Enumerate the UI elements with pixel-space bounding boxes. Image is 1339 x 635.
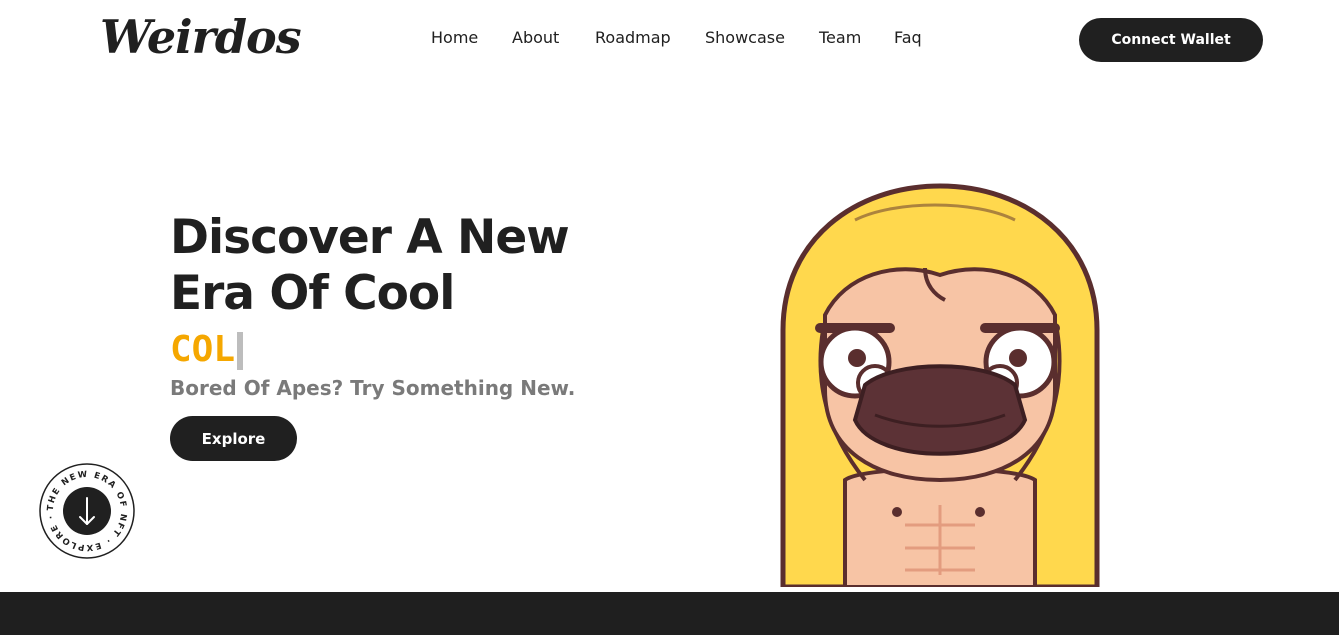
footer-bar <box>0 592 1339 635</box>
hero-title-line2: Era Of Cool <box>170 266 455 321</box>
nav-team[interactable]: Team <box>819 28 861 47</box>
nav-roadmap[interactable]: Roadmap <box>595 28 671 47</box>
explore-button[interactable]: Explore <box>170 416 297 461</box>
hero-title-line1: Discover A New <box>170 210 570 265</box>
nav-about[interactable]: About <box>512 28 559 47</box>
typing-cursor <box>237 332 244 370</box>
typed-text: COL <box>170 329 244 370</box>
hero-title: Discover A New Era Of Cool <box>170 210 570 322</box>
hero-subtitle: Bored Of Apes? Try Something New. <box>170 376 576 400</box>
nav-home[interactable]: Home <box>431 28 478 47</box>
nav-showcase[interactable]: Showcase <box>705 28 785 47</box>
nav-faq[interactable]: Faq <box>894 28 922 47</box>
typed-word: COL <box>170 329 236 370</box>
scroll-badge-graphic: THE NEW ERA OF NFT · EXPLORE · <box>39 463 135 559</box>
scroll-down-badge[interactable]: THE NEW ERA OF NFT · EXPLORE · <box>38 462 136 560</box>
weirdo-character-image <box>775 180 1105 590</box>
connect-wallet-button[interactable]: Connect Wallet <box>1079 18 1263 62</box>
